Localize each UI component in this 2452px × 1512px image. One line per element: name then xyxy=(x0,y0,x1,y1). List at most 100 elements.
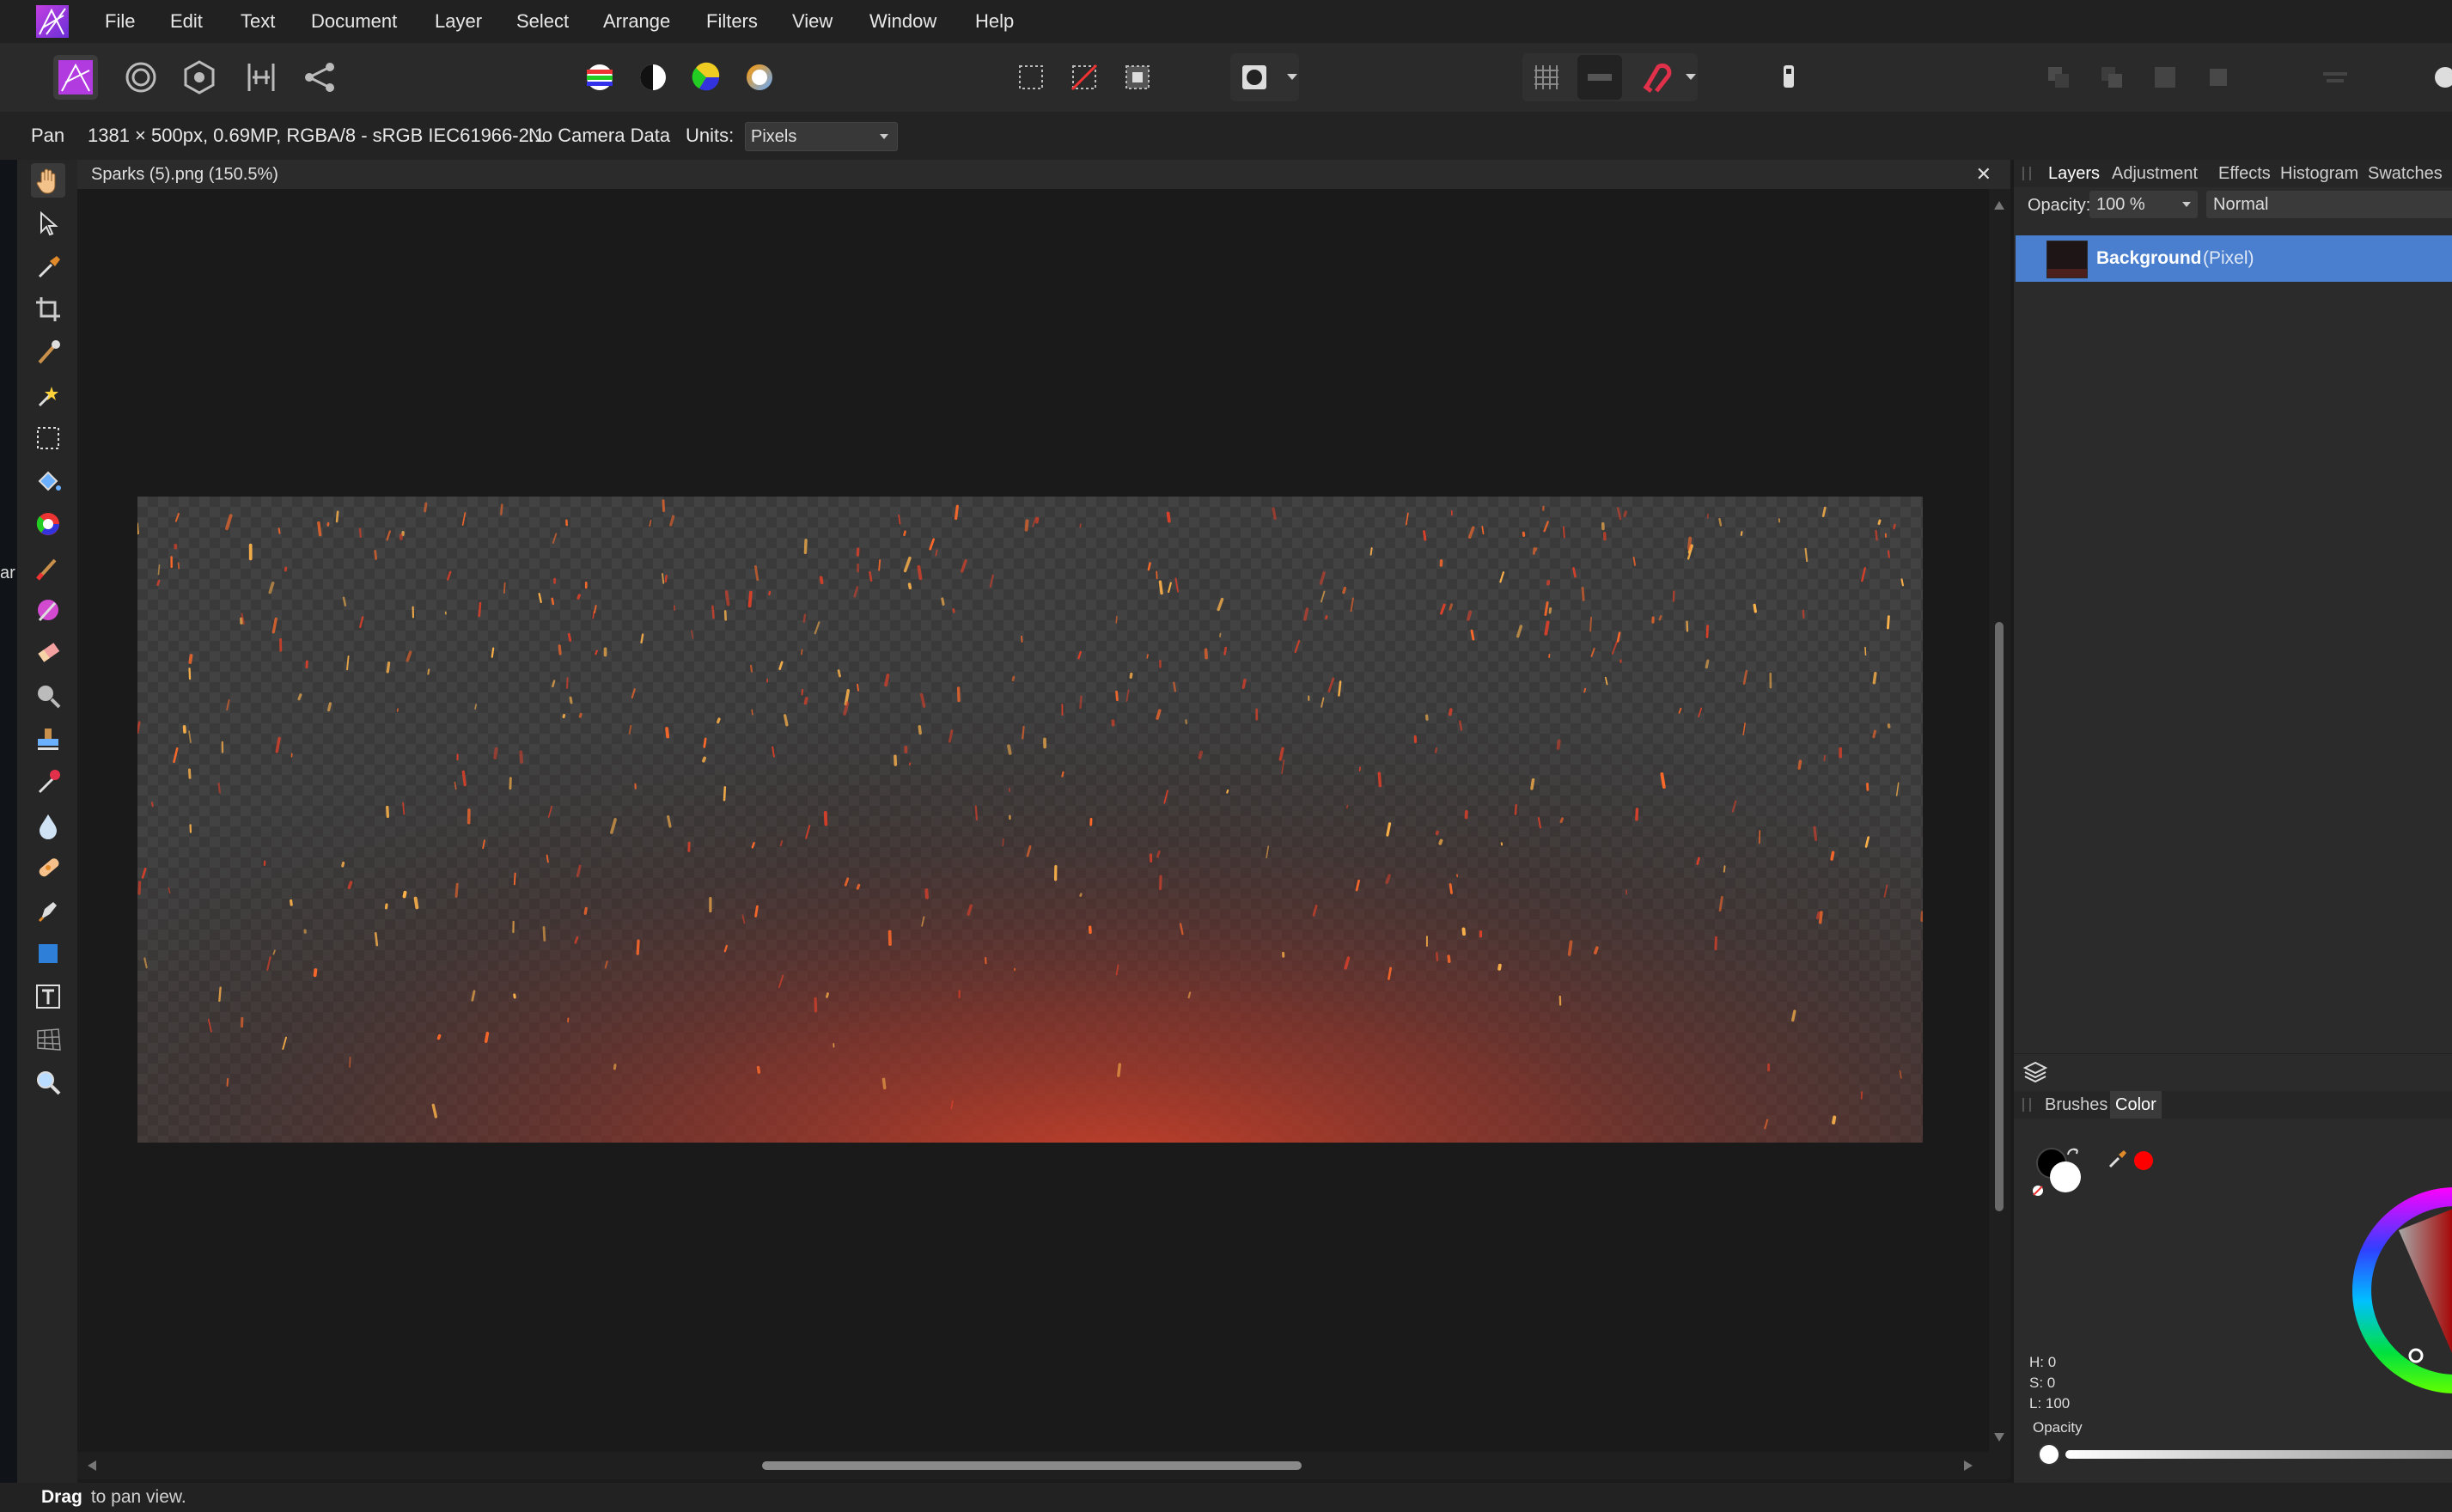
menu-text[interactable]: Text xyxy=(241,0,275,43)
eyedropper-icon[interactable] xyxy=(2107,1148,2129,1170)
healing-tool[interactable] xyxy=(31,850,65,885)
layers-stack-icon[interactable] xyxy=(2022,1061,2048,1083)
scroll-left-arrow-icon[interactable] xyxy=(88,1460,96,1471)
scroll-down-arrow-icon[interactable] xyxy=(1994,1433,2004,1442)
export-persona-button[interactable] xyxy=(297,55,342,100)
white-balance-button[interactable] xyxy=(737,55,782,100)
move-backward-button[interactable] xyxy=(2089,55,2134,100)
secondary-color-swatch[interactable] xyxy=(2050,1161,2081,1192)
tab-layers[interactable]: Layers xyxy=(2048,160,2100,187)
crop-tool[interactable] xyxy=(31,292,65,326)
spark xyxy=(1369,546,1373,556)
tab-histogram[interactable]: Histogram xyxy=(2280,160,2358,187)
spark xyxy=(907,582,912,590)
pen-tool[interactable] xyxy=(31,893,65,928)
panel-grip-icon[interactable] xyxy=(2022,167,2031,180)
tab-color[interactable]: Color xyxy=(2110,1091,2162,1119)
mesh-warp-tool[interactable] xyxy=(31,1022,65,1057)
erase-brush-tool[interactable] xyxy=(31,636,65,670)
quick-mask-button[interactable] xyxy=(1232,55,1277,100)
menu-edit[interactable]: Edit xyxy=(170,0,203,43)
menu-document[interactable]: Document xyxy=(311,0,397,43)
horizontal-scrollbar[interactable] xyxy=(77,1452,2010,1479)
rectangular-marquee-tool[interactable] xyxy=(31,421,65,455)
dodge-tool[interactable] xyxy=(31,679,65,713)
contrast-button[interactable] xyxy=(631,55,675,100)
color-picker-handle[interactable] xyxy=(2408,1348,2424,1363)
horizontal-scroll-thumb[interactable] xyxy=(762,1461,1302,1470)
deselect-button[interactable] xyxy=(1062,55,1107,100)
document-tab-title[interactable]: Sparks (5).png (150.5%) xyxy=(91,160,278,189)
align-button[interactable] xyxy=(1577,55,1622,100)
spark xyxy=(576,594,582,600)
spark xyxy=(478,601,482,618)
blur-tool[interactable] xyxy=(31,808,65,842)
artistic-text-tool[interactable] xyxy=(31,979,65,1014)
swap-colors-icon[interactable] xyxy=(2065,1146,2081,1161)
spark xyxy=(1546,580,1551,586)
menu-help[interactable]: Help xyxy=(975,0,1014,43)
menu-layer[interactable]: Layer xyxy=(435,0,482,43)
paint-brush-tool[interactable] xyxy=(31,550,65,584)
menu-arrange[interactable]: Arrange xyxy=(603,0,670,43)
snapping-button[interactable] xyxy=(1632,55,1677,100)
marquee-button[interactable] xyxy=(1009,55,1053,100)
scroll-right-arrow-icon[interactable] xyxy=(1964,1460,1973,1471)
menu-file[interactable]: File xyxy=(105,0,135,43)
liquify-persona-button[interactable] xyxy=(119,55,163,100)
spark xyxy=(1198,750,1204,759)
color-tab-bar: Brushes Color xyxy=(2014,1091,2452,1119)
tab-adjustment[interactable]: Adjustment xyxy=(2112,160,2198,187)
units-dropdown[interactable]: Pixels xyxy=(745,122,898,151)
spark xyxy=(974,805,979,821)
align-menu-button[interactable] xyxy=(2313,55,2357,100)
develop-persona-button[interactable] xyxy=(177,55,222,100)
grid-button[interactable] xyxy=(1524,55,1569,100)
tab-effects[interactable]: Effects xyxy=(2218,160,2271,187)
scroll-up-arrow-icon[interactable] xyxy=(1994,201,2004,210)
tab-swatches[interactable]: Swatches xyxy=(2368,160,2443,187)
rectangle-tool[interactable] xyxy=(31,936,65,971)
flood-select-tool[interactable] xyxy=(31,378,65,412)
picked-color-swatch[interactable] xyxy=(2134,1151,2153,1170)
color-picker-tool[interactable] xyxy=(31,249,65,284)
sparks-image[interactable] xyxy=(137,497,1923,1143)
vertical-scroll-thumb[interactable] xyxy=(1995,622,2004,1211)
layer-row[interactable]: Background (Pixel) xyxy=(2016,235,2452,282)
color-opacity-handle[interactable] xyxy=(2038,1443,2060,1466)
invert-selection-button[interactable] xyxy=(1115,55,1160,100)
no-color-icon[interactable] xyxy=(2031,1184,2045,1198)
levels-button[interactable] xyxy=(577,55,622,100)
vertical-scrollbar[interactable] xyxy=(1989,189,2010,1452)
move-back-button[interactable] xyxy=(2036,55,2081,100)
move-forward-button[interactable] xyxy=(2143,55,2187,100)
gradient-tool[interactable] xyxy=(31,507,65,541)
clone-tool[interactable] xyxy=(31,722,65,756)
panel-grip-icon[interactable] xyxy=(2022,1098,2031,1112)
move-tool[interactable] xyxy=(31,206,65,241)
hand-tool[interactable] xyxy=(31,163,65,198)
quick-mask-dropdown-caret[interactable] xyxy=(1287,74,1297,80)
menu-window[interactable]: Window xyxy=(869,0,936,43)
tone-mapping-persona-button[interactable] xyxy=(239,55,284,100)
hsl-button[interactable] xyxy=(684,55,729,100)
move-front-button[interactable] xyxy=(2196,55,2241,100)
close-document-icon[interactable]: ✕ xyxy=(1976,160,1991,189)
smudge-tool[interactable] xyxy=(31,765,65,799)
menu-view[interactable]: View xyxy=(792,0,833,43)
blend-mode-dropdown[interactable]: Normal xyxy=(2206,191,2452,218)
assistant-button[interactable] xyxy=(1766,55,1811,100)
menu-select[interactable]: Select xyxy=(516,0,569,43)
snapping-dropdown-caret[interactable] xyxy=(1686,74,1696,80)
color-opacity-slider[interactable] xyxy=(2065,1450,2452,1459)
color-wheel[interactable] xyxy=(2330,1182,2452,1397)
zoom-tool[interactable] xyxy=(31,1065,65,1100)
menu-filters[interactable]: Filters xyxy=(706,0,758,43)
more-button[interactable] xyxy=(2423,55,2452,100)
color-replacement-tool[interactable] xyxy=(31,593,65,627)
layer-opacity-dropdown[interactable]: 100 % xyxy=(2089,191,2198,218)
photo-persona-button[interactable] xyxy=(53,55,98,100)
tab-brushes[interactable]: Brushes xyxy=(2045,1091,2107,1119)
flood-fill-tool[interactable] xyxy=(31,464,65,498)
selection-brush-tool[interactable] xyxy=(31,335,65,369)
